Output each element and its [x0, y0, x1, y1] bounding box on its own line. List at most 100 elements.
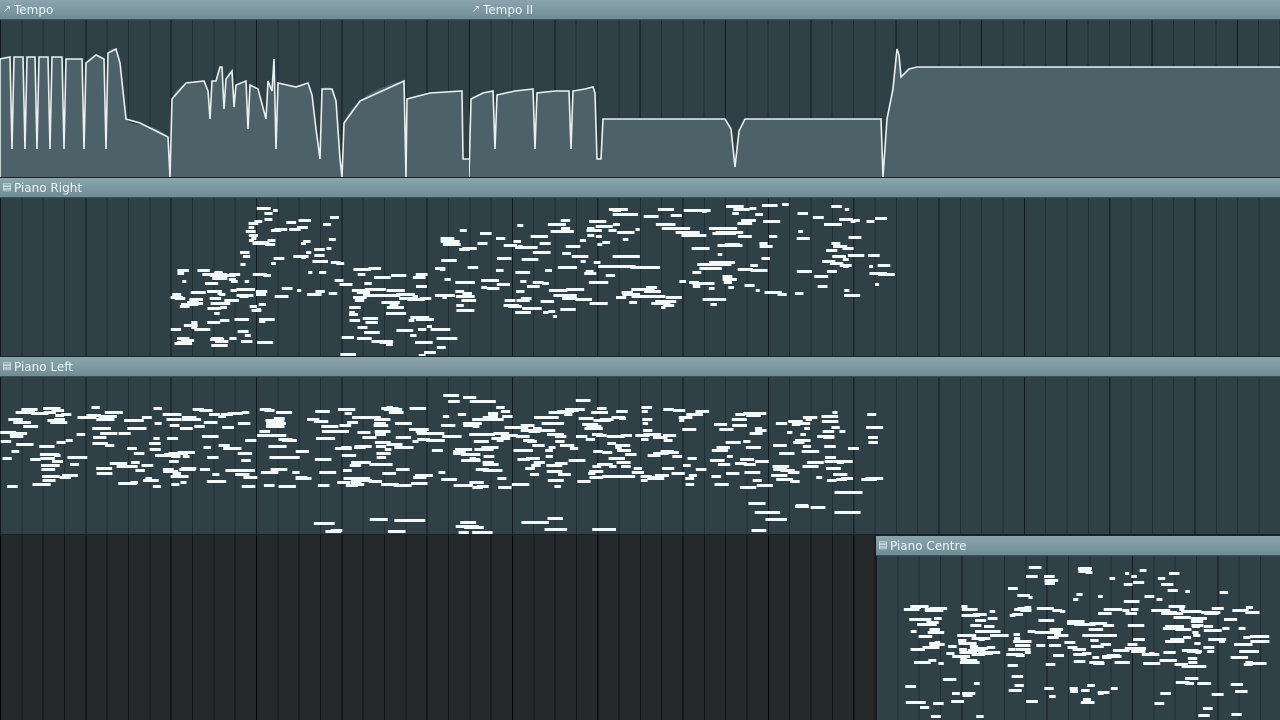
note-mark	[14, 432, 28, 435]
note-mark	[716, 446, 730, 449]
note-mark	[51, 409, 65, 412]
note-mark	[821, 420, 839, 423]
note-mark	[453, 484, 474, 487]
note-mark	[511, 483, 530, 486]
note-mark	[255, 290, 268, 293]
piano-roll-icon: ▤	[2, 181, 12, 193]
note-mark	[180, 339, 195, 342]
empty-track-area[interactable]	[0, 535, 876, 720]
note-mark	[244, 280, 250, 283]
clip-header[interactable]: ▤ Piano Left	[0, 357, 1280, 377]
note-mark	[1188, 661, 1198, 664]
note-mark	[522, 307, 542, 310]
note-mark	[56, 441, 66, 444]
note-mark	[823, 436, 835, 439]
note-mark	[460, 521, 477, 524]
automation-curve-area[interactable]	[469, 19, 1280, 177]
note-mark	[172, 472, 181, 475]
clip-header[interactable]: ↗ Tempo	[0, 0, 469, 20]
clip-header[interactable]: ▤ Piano Right	[0, 178, 1280, 198]
note-mark	[520, 280, 527, 283]
note-mark	[1232, 609, 1249, 612]
note-mark	[1077, 567, 1091, 570]
note-mark	[1045, 663, 1056, 666]
note-mark	[1038, 619, 1055, 622]
note-mark	[633, 467, 642, 470]
note-mark	[737, 222, 753, 225]
note-mark	[739, 486, 756, 489]
note-mark	[230, 289, 237, 292]
note-mark	[665, 296, 682, 299]
note-mark	[1238, 627, 1246, 630]
tempo-clip[interactable]: ↗ Tempo	[0, 0, 469, 177]
note-mark	[816, 476, 823, 479]
note-mark	[109, 462, 128, 465]
note-mark	[606, 435, 625, 438]
note-mark	[194, 425, 205, 428]
note-mark	[240, 251, 250, 254]
note-mark	[415, 407, 426, 410]
note-mark	[1027, 630, 1036, 633]
note-mark	[328, 292, 338, 295]
clip-header[interactable]: ▤ Piano Centre	[876, 536, 1280, 556]
note-mark	[825, 456, 836, 459]
note-mark	[457, 413, 467, 416]
note-mark	[369, 463, 389, 466]
piano-left-clip[interactable]: ▤ Piano Left	[0, 357, 1280, 534]
tempo-ii-clip[interactable]: ↗ Tempo II	[469, 0, 1280, 177]
note-mark	[743, 440, 751, 443]
note-mark	[631, 471, 644, 474]
note-mark	[1144, 595, 1155, 598]
piano-centre-clip[interactable]: ▤ Piano Centre	[876, 536, 1280, 720]
note-mark	[643, 215, 659, 218]
note-mark	[608, 457, 625, 460]
note-mark	[496, 406, 505, 409]
note-mark	[576, 435, 588, 438]
note-mark	[1008, 689, 1022, 692]
note-mark	[256, 293, 267, 296]
note-mark	[491, 437, 511, 440]
note-mark	[286, 221, 297, 224]
note-mark	[1203, 646, 1215, 649]
note-mark	[775, 422, 788, 425]
note-mark	[314, 458, 332, 461]
note-mark	[467, 266, 479, 269]
note-mark	[929, 643, 945, 646]
note-mark	[1187, 657, 1198, 660]
note-mark	[905, 685, 916, 688]
note-mark	[568, 230, 574, 233]
note-mark	[699, 267, 722, 270]
note-mark	[575, 298, 592, 301]
note-mark	[840, 477, 853, 480]
note-mark	[661, 227, 691, 230]
note-mark	[848, 447, 859, 450]
note-mark	[547, 517, 563, 520]
note-mark	[990, 634, 1009, 637]
note-mark	[431, 449, 443, 452]
note-mark	[675, 231, 700, 234]
note-mark	[187, 301, 199, 304]
note-mark	[761, 204, 778, 207]
note-mark	[617, 231, 635, 234]
note-mark	[833, 473, 848, 476]
note-mark	[362, 436, 377, 439]
note-mark	[426, 325, 432, 328]
note-mark	[1080, 701, 1095, 704]
note-mark	[605, 274, 616, 277]
note-mark	[779, 452, 795, 455]
clip-header[interactable]: ↗ Tempo II	[469, 0, 1280, 20]
note-mark	[1067, 646, 1078, 649]
note-mark	[834, 467, 841, 470]
note-mark	[834, 511, 861, 514]
note-mark	[415, 430, 427, 433]
automation-curve-area[interactable]	[0, 19, 469, 177]
note-mark	[1170, 638, 1185, 641]
note-mark	[436, 337, 458, 340]
note-mark	[461, 459, 481, 462]
note-mark	[269, 456, 287, 459]
note-mark	[555, 440, 565, 443]
note-mark	[207, 307, 222, 310]
note-mark	[1092, 656, 1100, 659]
note-mark	[579, 239, 587, 242]
piano-right-clip[interactable]: ▤ Piano Right	[0, 178, 1280, 356]
